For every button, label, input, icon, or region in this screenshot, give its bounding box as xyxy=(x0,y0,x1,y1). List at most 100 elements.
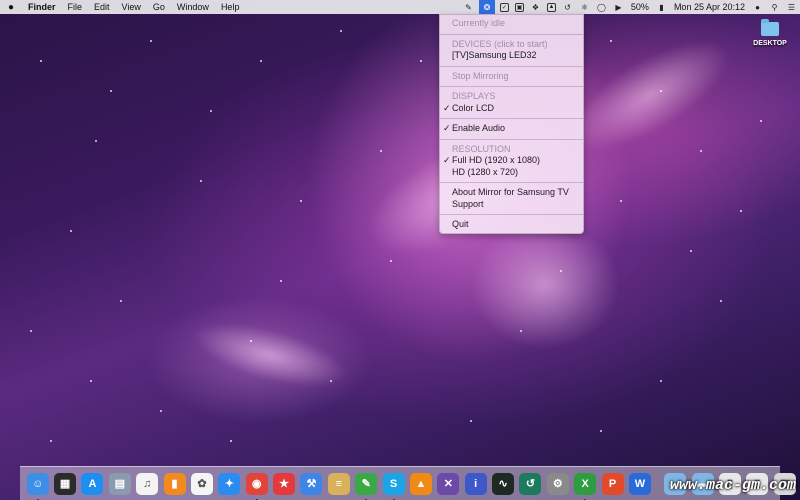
skype-icon[interactable]: S xyxy=(382,472,405,500)
apple-menu-icon[interactable]: ● xyxy=(0,2,22,13)
bookmark-icon[interactable]: ▣ xyxy=(514,2,524,12)
menu-go[interactable]: Go xyxy=(147,2,171,12)
mission-control-icon[interactable]: ▦ xyxy=(54,472,77,495)
app-menu-finder[interactable]: Finder xyxy=(22,2,62,12)
finder-icon[interactable]: ☺ xyxy=(26,472,49,500)
time-machine-icon[interactable]: ↺ xyxy=(519,472,542,495)
star xyxy=(340,30,342,32)
word-icon[interactable]: W xyxy=(628,472,651,495)
status-idle: Currently idle xyxy=(452,18,506,28)
folder-icon xyxy=(761,19,779,36)
star xyxy=(30,330,32,332)
menu-file[interactable]: File xyxy=(62,2,89,12)
info-icon[interactable]: i xyxy=(464,472,487,495)
star xyxy=(50,440,52,442)
battery-icon[interactable]: ▮ xyxy=(656,2,667,12)
system-preferences-icon[interactable]: ⚙ xyxy=(546,472,569,495)
star xyxy=(690,250,692,252)
devices-header: DEVICES (click to start) xyxy=(452,38,548,49)
star xyxy=(110,90,112,92)
star xyxy=(200,180,202,182)
notifications-icon[interactable]: ☰ xyxy=(786,2,797,12)
menu-separator xyxy=(440,33,583,35)
star xyxy=(760,120,762,122)
menu-window[interactable]: Window xyxy=(171,2,215,12)
enable-audio-item[interactable]: ✓ Enable Audio xyxy=(440,123,583,135)
user-icon[interactable]: ● xyxy=(752,2,763,12)
crossover-icon[interactable]: ✕ xyxy=(437,472,460,495)
excel-icon[interactable]: X xyxy=(574,472,597,500)
resolution-hd[interactable]: HD (1280 x 720) xyxy=(440,167,583,179)
clock[interactable]: Mon 25 Apr 20:12 xyxy=(670,2,749,12)
star xyxy=(40,60,42,62)
battery-percent[interactable]: 50% xyxy=(627,2,653,12)
activity-monitor-icon[interactable]: ∿ xyxy=(492,472,515,495)
xcode-icon[interactable]: ⚒ xyxy=(300,472,323,495)
desktop-folder[interactable]: DESKTOP xyxy=(748,19,792,47)
resolution-header: RESOLUTION xyxy=(452,143,511,154)
safari-icon[interactable]: ✦ xyxy=(218,472,241,495)
airplay-icon[interactable]: ▲ xyxy=(546,2,556,12)
about-item[interactable]: About Mirror for Samsung TV xyxy=(440,187,583,199)
star xyxy=(610,40,612,42)
star xyxy=(250,340,252,342)
preview-icon[interactable]: ▤ xyxy=(108,472,131,495)
stack-icon[interactable]: ≡ xyxy=(327,472,350,495)
device-samsung-tv[interactable]: [TV]Samsung LED32 xyxy=(440,50,583,62)
nebula-streak xyxy=(470,220,620,350)
checkmark-icon: ✓ xyxy=(443,123,451,133)
menu-separator xyxy=(440,118,583,119)
star xyxy=(660,90,662,92)
star xyxy=(660,380,662,382)
dropbox-icon[interactable]: ❖ xyxy=(530,2,541,12)
itunes-icon[interactable]: ♫ xyxy=(136,472,159,495)
ibooks-icon[interactable]: ▮ xyxy=(163,472,186,495)
menu-separator xyxy=(440,138,583,140)
menu-separator xyxy=(440,214,583,215)
spotlight-icon[interactable]: ⚲ xyxy=(769,2,780,12)
evernote-icon[interactable]: ✎ xyxy=(355,472,378,500)
powerpoint-icon[interactable]: P xyxy=(601,472,624,495)
star xyxy=(160,410,162,412)
display-color-lcd[interactable]: ✓ Color LCD xyxy=(440,103,583,115)
menu-help[interactable]: Help xyxy=(215,2,246,12)
star xyxy=(600,430,602,432)
menu-separator xyxy=(440,182,583,183)
bookmarks-icon[interactable]: ★ xyxy=(273,472,296,495)
support-item[interactable]: Support xyxy=(440,199,583,211)
star xyxy=(520,330,522,332)
checkmark-icon: ✓ xyxy=(443,155,451,165)
checkmark-icon: ✓ xyxy=(443,102,451,113)
timemachine-icon[interactable]: ↺ xyxy=(562,2,573,12)
mirror-icon[interactable]: ❂ xyxy=(478,0,495,14)
mirror-dropdown-menu: Currently idle DEVICES (click to start) … xyxy=(439,14,584,234)
star xyxy=(210,110,212,112)
star xyxy=(470,420,472,422)
star xyxy=(280,280,282,282)
star xyxy=(230,440,232,442)
menu-edit[interactable]: Edit xyxy=(88,2,116,12)
photos-icon[interactable]: ✿ xyxy=(190,472,213,495)
star xyxy=(390,260,392,262)
star xyxy=(700,150,702,152)
star xyxy=(330,380,332,382)
star xyxy=(70,230,72,232)
stop-mirroring-item: Stop Mirroring xyxy=(452,70,509,81)
quit-item[interactable]: Quit xyxy=(440,219,583,231)
app-store-icon[interactable]: A xyxy=(81,472,104,495)
resolution-full-hd[interactable]: ✓ Full HD (1920 x 1080) xyxy=(440,155,583,167)
bluetooth-icon[interactable]: ✱ xyxy=(579,2,590,12)
evernote-icon[interactable]: ✎ xyxy=(463,2,474,12)
chrome-icon[interactable]: ◉ xyxy=(245,472,268,500)
star xyxy=(95,140,97,142)
menu-bar: ● Finder File Edit View Go Window Help ✎… xyxy=(0,0,800,14)
status-area: ✎ ❂ ✓ ▣ ❖ ▲ ↺ ✱ ◯ ▶ 50% ▮ Mon 25 Apr 20:… xyxy=(460,0,800,14)
volume-icon[interactable]: ▶ xyxy=(613,2,624,12)
menu-view[interactable]: View xyxy=(116,2,147,12)
wifi-icon[interactable]: ◯ xyxy=(596,2,607,12)
star xyxy=(120,300,122,302)
dashlane-icon[interactable]: ✓ xyxy=(499,2,509,12)
star xyxy=(560,270,562,272)
star xyxy=(260,60,262,62)
vlc-icon[interactable]: ▲ xyxy=(409,472,432,495)
